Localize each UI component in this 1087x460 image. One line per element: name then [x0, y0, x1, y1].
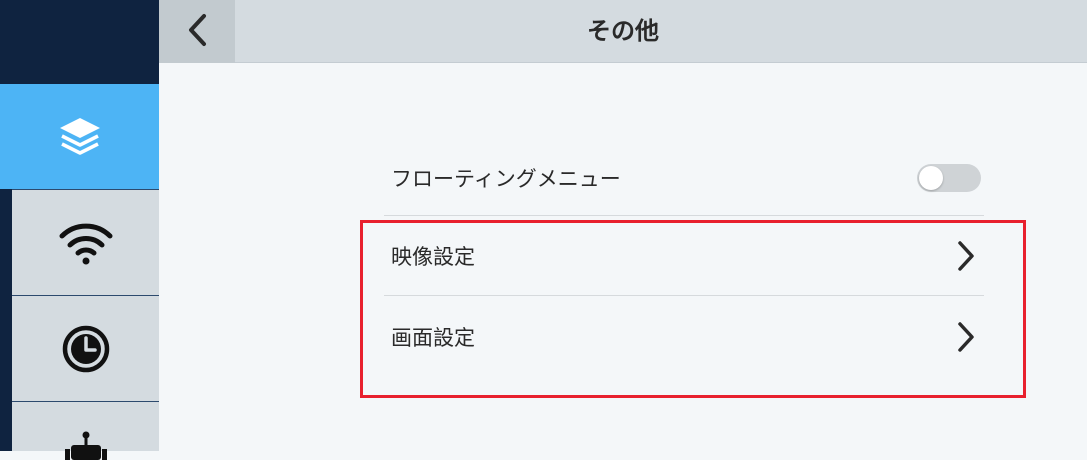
layers-icon [56, 115, 104, 159]
page-title: その他 [587, 17, 659, 45]
sidebar-item-clock[interactable] [12, 295, 159, 401]
back-button[interactable] [159, 0, 235, 63]
toggle-knob [919, 166, 943, 190]
robot-icon [61, 430, 111, 460]
video-settings-label: 映像設定 [391, 245, 475, 269]
chevron-left-icon [186, 13, 208, 51]
clock-icon [60, 323, 112, 375]
chevron-right-icon [957, 321, 975, 353]
floating-menu-label: フローティングメニュー [391, 167, 621, 191]
chevron-right-icon [957, 240, 975, 272]
sidebar-item-layers[interactable] [0, 84, 159, 189]
sidebar-item-robot[interactable] [12, 401, 159, 460]
wifi-icon [58, 221, 114, 265]
divider [384, 295, 984, 296]
header-bar: その他 [159, 0, 1087, 63]
sidebar-item-wifi[interactable] [12, 189, 159, 295]
video-settings-row[interactable]: 映像設定 [384, 216, 984, 296]
floating-menu-toggle[interactable] [917, 164, 981, 192]
screen-settings-label: 画面設定 [391, 326, 475, 350]
sidebar-top-area [0, 0, 159, 84]
screen-settings-row[interactable]: 画面設定 [384, 297, 984, 377]
floating-menu-row: フローティングメニュー [384, 138, 984, 218]
